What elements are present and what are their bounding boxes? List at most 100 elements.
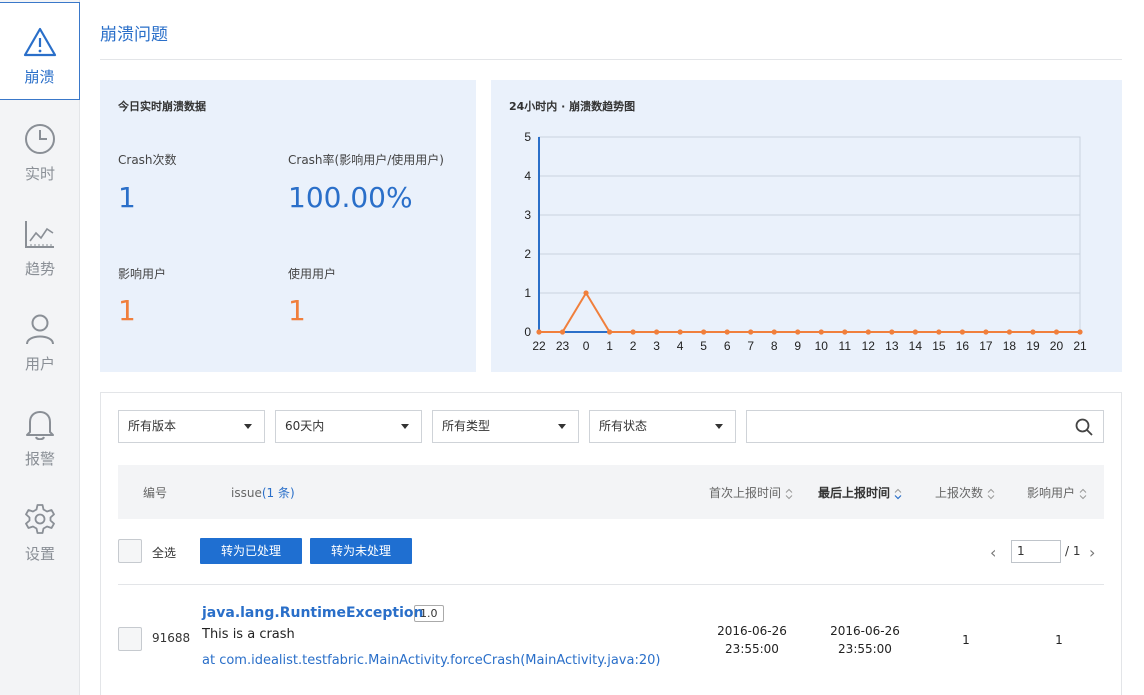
time-range-filter-select[interactable]: 60天内 xyxy=(275,410,422,443)
data-point xyxy=(724,329,730,335)
select-all-label: 全选 xyxy=(152,546,177,560)
row-checkbox[interactable] xyxy=(118,627,142,651)
pager-next-button[interactable]: › xyxy=(1089,543,1095,562)
column-header-report-count-label: 上报次数 xyxy=(935,486,984,500)
y-tick-label: 2 xyxy=(524,247,531,261)
column-header-first-report[interactable]: 首次上报时间 xyxy=(709,484,793,501)
x-tick-label: 0 xyxy=(583,339,590,353)
column-header-last-report[interactable]: 最后上报时间 xyxy=(818,484,902,501)
column-header-last-report-label: 最后上报时间 xyxy=(818,486,891,500)
column-header-affected-users-label: 影响用户 xyxy=(1027,486,1076,500)
sidebar-item-settings[interactable]: 设置 xyxy=(0,480,80,575)
version-badge: 1.0 xyxy=(414,605,444,622)
data-point xyxy=(654,329,660,335)
pager-prev-button[interactable]: ‹ xyxy=(990,543,996,562)
column-header-report-count[interactable]: 上报次数 xyxy=(935,484,995,501)
data-point xyxy=(771,329,777,335)
sidebar: 崩溃 实时 趋势 用户 报警 设置 xyxy=(0,0,80,695)
caret-down-icon xyxy=(244,424,252,429)
x-tick-label: 13 xyxy=(885,339,899,353)
y-tick-label: 4 xyxy=(524,169,531,183)
data-point xyxy=(936,329,942,335)
x-tick-label: 15 xyxy=(932,339,946,353)
select-all-checkbox[interactable] xyxy=(118,539,142,563)
version-filter-select[interactable]: 所有版本 xyxy=(118,410,265,443)
last-report-time: 23:55:00 xyxy=(838,642,892,656)
x-tick-label: 16 xyxy=(956,339,970,353)
plot-area xyxy=(538,136,1081,333)
crash-trend-panel: 24小时内 · 崩溃数趋势图 0 1 2 3 4 5 22 23 0 1 2 3 4 5 6 7 8 9 10 11 1… xyxy=(491,80,1122,372)
crash-trend-chart: 01234522 23 0 1 2 3 4 5 6 7 8 9 10 11 12 13 14 15 16 17 18 19… xyxy=(524,130,1087,353)
data-point xyxy=(677,329,683,335)
warning-triangle-icon xyxy=(23,25,57,59)
first-report-date: 2016-06-26 xyxy=(717,624,787,638)
sort-icon xyxy=(1079,488,1087,499)
pager-total: / 1 xyxy=(1065,544,1081,558)
y-tick-label: 5 xyxy=(524,130,531,144)
app-root: 崩溃 实时 趋势 用户 报警 设置 崩溃问题 今日实时崩溃数据 Crash次数 … xyxy=(0,0,1144,695)
x-tick-label: 18 xyxy=(1003,339,1017,353)
sort-icon xyxy=(987,488,995,499)
sidebar-item-realtime[interactable]: 实时 xyxy=(0,100,80,195)
x-tick-label: 14 xyxy=(909,339,923,353)
mark-unhandled-button[interactable]: 转为未处理 xyxy=(310,538,412,564)
data-point xyxy=(818,329,824,335)
column-header-first-report-label: 首次上报时间 xyxy=(709,486,782,500)
crash-rate-value: 100.00% xyxy=(288,181,413,214)
user-icon xyxy=(23,312,57,346)
affected-users-cell: 1 xyxy=(1055,633,1063,647)
pager-page-input[interactable]: 1 xyxy=(1011,540,1061,563)
sidebar-item-alerts[interactable]: 报警 xyxy=(0,385,80,480)
time-range-filter-value: 60天内 xyxy=(285,419,325,433)
data-point xyxy=(701,329,707,335)
y-tick-label: 3 xyxy=(524,208,531,222)
data-point xyxy=(1006,329,1013,335)
column-header-issue-label: issue xyxy=(231,486,262,500)
data-point xyxy=(865,329,871,335)
search-input[interactable] xyxy=(746,410,1104,443)
exception-name-link[interactable]: java.lang.RuntimeException xyxy=(202,605,423,621)
status-filter-select[interactable]: 所有状态 xyxy=(589,410,736,443)
row-divider xyxy=(118,584,1104,585)
data-point xyxy=(912,329,918,335)
active-users-label: 使用用户 xyxy=(288,267,337,281)
y-tick-label: 0 xyxy=(524,325,531,339)
mark-handled-button[interactable]: 转为已处理 xyxy=(200,538,302,564)
exception-stack-frame[interactable]: at com.idealist.testfabric.MainActivity.… xyxy=(202,653,660,668)
affected-users-label: 影响用户 xyxy=(118,267,167,281)
data-point xyxy=(1030,329,1036,335)
crash-list-card: 所有版本 60天内 所有类型 所有状态 编号 issue(1 条) 首次上报时间… xyxy=(100,392,1122,695)
x-tick-label: 4 xyxy=(677,339,684,353)
exception-message: This is a crash xyxy=(202,627,295,642)
x-tick-label: 3 xyxy=(653,339,660,353)
x-tick-label: 8 xyxy=(771,339,778,353)
data-point xyxy=(630,329,636,335)
sidebar-item-label: 趋势 xyxy=(24,260,55,278)
bell-icon xyxy=(23,407,57,441)
y-tick-label: 1 xyxy=(524,286,531,300)
x-tick-label: 5 xyxy=(700,339,707,353)
issue-count: (1 条) xyxy=(261,486,295,500)
sidebar-item-label: 崩溃 xyxy=(24,68,55,86)
type-filter-select[interactable]: 所有类型 xyxy=(432,410,579,443)
column-header-affected-users[interactable]: 影响用户 xyxy=(1027,484,1087,501)
sidebar-item-label: 设置 xyxy=(24,545,55,563)
x-tick-label: 9 xyxy=(794,339,801,353)
first-report-time: 23:55:00 xyxy=(725,642,779,656)
data-point xyxy=(536,329,542,335)
series-line xyxy=(539,291,1080,333)
data-point xyxy=(1053,329,1060,335)
affected-users-value: 1 xyxy=(118,294,136,327)
x-tick-label: 17 xyxy=(979,339,993,353)
sidebar-item-users[interactable]: 用户 xyxy=(0,290,80,385)
x-tick-label: 6 xyxy=(724,339,731,353)
sort-icon xyxy=(785,488,793,499)
crash-count-label: Crash次数 xyxy=(118,153,177,167)
x-tick-label: 19 xyxy=(1026,339,1040,353)
search-icon[interactable] xyxy=(1075,418,1093,440)
sidebar-item-trend[interactable]: 趋势 xyxy=(0,195,80,290)
sort-desc-icon xyxy=(894,488,902,499)
data-point xyxy=(889,329,895,335)
active-users-value: 1 xyxy=(288,294,306,327)
sidebar-item-crash[interactable]: 崩溃 xyxy=(0,2,80,100)
